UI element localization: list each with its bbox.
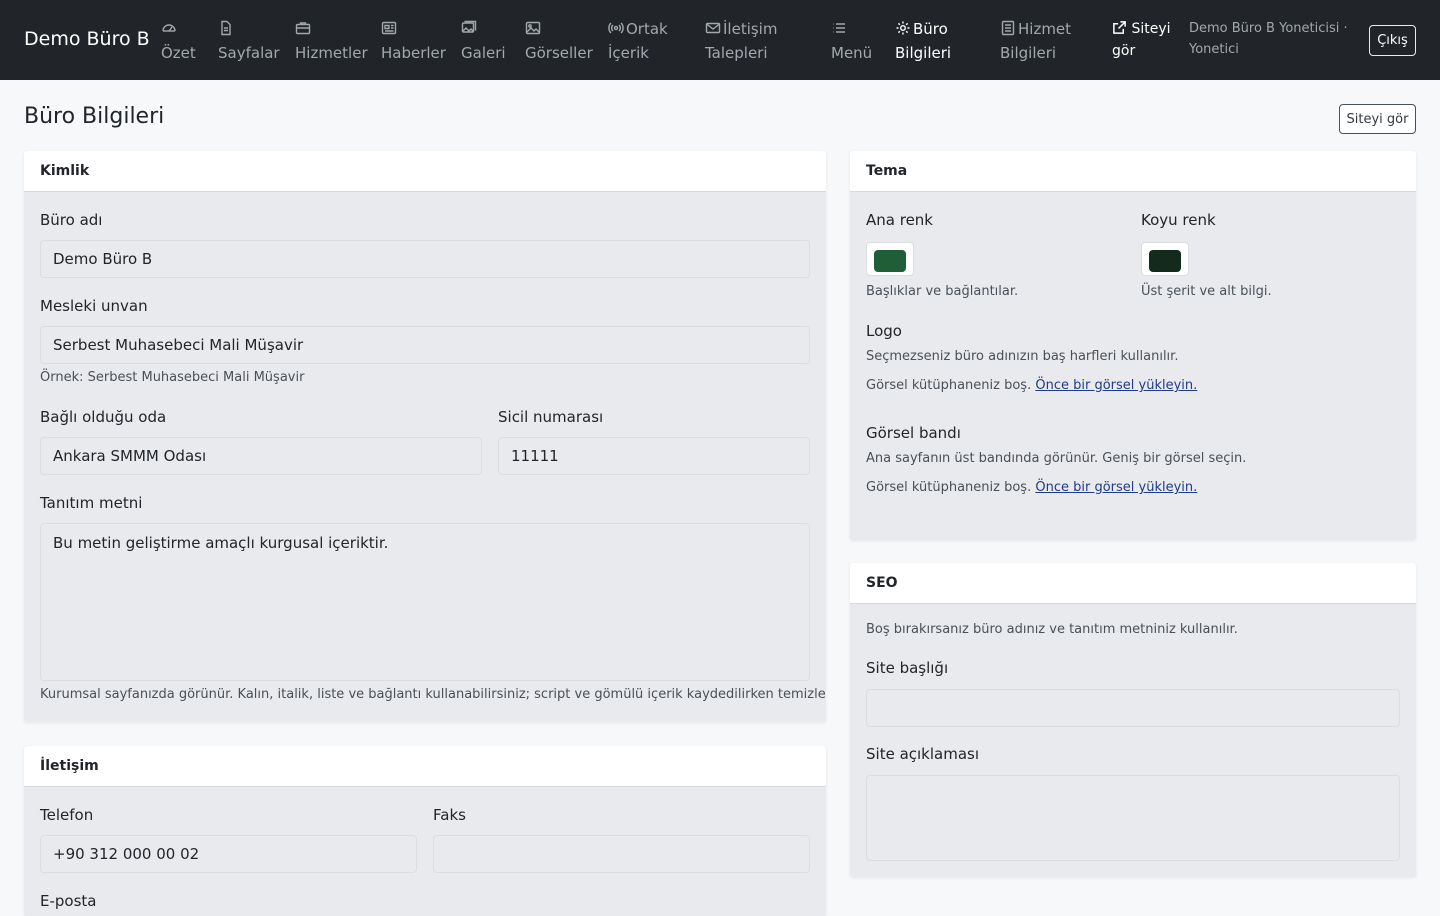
nav-item-label-1: İletişim: [723, 20, 778, 38]
primary-color-picker[interactable]: [866, 242, 914, 276]
seo-card-header: SEO: [850, 563, 1416, 604]
image-band-help: Ana sayfanın üst bandında görünür. Geniş…: [866, 451, 1247, 466]
logo-empty-text: Görsel kütüphaneniz boş.: [866, 378, 1032, 393]
external-link-icon: [1113, 21, 1126, 34]
dark-color-label: Koyu renk: [1141, 211, 1216, 229]
nav-view-site-label-2: gör: [1112, 43, 1136, 59]
seo-help: Boş bırakırsanız büro adınız ve tanıtım …: [866, 622, 1238, 637]
image-band-label: Görsel bandı: [866, 424, 961, 442]
identity-card: Kimlik Büro adı Demo Büro B Mesleki unva…: [24, 151, 826, 722]
document-icon: [1001, 20, 1015, 36]
intro-text-label: Tanıtım metni: [40, 494, 143, 512]
image-icon: [525, 21, 541, 35]
nav-item-ortak-icerik[interactable]: Ortak İçerik: [608, 17, 668, 65]
image-band-upload-link[interactable]: Önce bir görsel yükleyin.: [1035, 480, 1197, 495]
chamber-label: Bağlı olduğu oda: [40, 408, 167, 426]
nav-item-label: Galeri: [461, 44, 506, 62]
primary-color-label: Ana renk: [866, 211, 933, 229]
nav-view-site-link[interactable]: Siteyi gör: [1112, 18, 1171, 62]
nav-item-label-1: Büro: [913, 20, 948, 38]
site-title-input[interactable]: [866, 689, 1400, 727]
theme-card: Tema Ana renk Başlıklar ve bağlantılar. …: [850, 151, 1416, 540]
nav-item-iletisim-talepleri[interactable]: İletişim Talepleri: [705, 17, 777, 65]
fax-input[interactable]: [433, 835, 810, 873]
nav-item-label-2: Bilgileri: [895, 44, 952, 62]
nav-user-info: Demo Büro B Yoneticisi · Yonetici: [1189, 21, 1348, 57]
primary-color-help: Başlıklar ve bağlantılar.: [866, 284, 1019, 299]
seo-card: SEO Boş bırakırsanız büro adınız ve tanı…: [850, 563, 1416, 877]
phone-label: Telefon: [40, 806, 94, 824]
images-icon: [461, 20, 477, 33]
logout-button[interactable]: Çıkış: [1369, 25, 1416, 56]
nav-item-gorseller[interactable]: Görseller: [525, 17, 593, 65]
list-icon: [833, 23, 845, 33]
nav-item-label: Görseller: [525, 44, 593, 62]
professional-title-input[interactable]: Serbest Muhasebeci Mali Müşavir: [40, 326, 810, 364]
file-icon: [221, 20, 231, 36]
registry-number-input[interactable]: 11111: [498, 437, 810, 475]
nav-item-label-2: İçerik: [608, 44, 649, 62]
brand-name[interactable]: Demo Büro B: [24, 28, 150, 50]
logo-help: Seçmezseniz büro adınızın baş harfleri k…: [866, 349, 1179, 364]
envelope-icon: [705, 22, 721, 34]
registry-number-label: Sicil numarası: [498, 408, 604, 426]
nav-item-label: Haberler: [381, 44, 446, 62]
office-name-input[interactable]: Demo Büro B: [40, 240, 810, 278]
email-label: E-posta: [40, 892, 97, 910]
site-description-label: Site açıklaması: [866, 745, 980, 763]
nav-item-label-1: Ortak: [626, 20, 668, 38]
briefcase-icon: [295, 22, 311, 35]
identity-card-header: Kimlik: [24, 151, 826, 192]
logo-label: Logo: [866, 322, 902, 340]
nav-item-hizmetler[interactable]: Hizmetler: [295, 17, 368, 65]
nav-item-label: Sayfalar: [218, 44, 280, 62]
top-navbar: Demo Büro B Özet Sayfalar Hizmetler Habe…: [0, 0, 1440, 80]
page-title: Büro Bilgileri: [24, 104, 165, 129]
contact-card: İletişim Telefon +90 312 000 00 02 Faks …: [24, 746, 826, 916]
theme-card-header: Tema: [850, 151, 1416, 192]
site-description-textarea[interactable]: [866, 775, 1400, 861]
dark-color-help: Üst şerit ve alt bilgi.: [1141, 284, 1272, 299]
nav-item-label: Özet: [161, 44, 196, 62]
nav-item-label: Hizmetler: [295, 44, 368, 62]
site-title-label: Site başlığı: [866, 659, 949, 677]
nav-item-menu[interactable]: Menü: [831, 17, 872, 65]
office-name-label: Büro adı: [40, 211, 103, 229]
gear-icon: [896, 21, 910, 35]
nav-item-ozet[interactable]: Özet: [161, 17, 196, 65]
gauge-icon: [162, 24, 176, 32]
nav-item-buro-bilgileri[interactable]: Büro Bilgileri: [895, 17, 951, 65]
fax-label: Faks: [433, 806, 466, 824]
primary-color-swatch: [874, 250, 906, 272]
newspaper-icon: [381, 21, 397, 35]
nav-item-hizmet-bilgileri[interactable]: Hizmet Bilgileri: [1000, 17, 1071, 65]
phone-input[interactable]: +90 312 000 00 02: [40, 835, 417, 873]
image-band-empty-message: Görsel kütüphaneniz boş. Önce bir görsel…: [866, 480, 1197, 495]
nav-item-galeri[interactable]: Galeri: [461, 17, 506, 65]
nav-view-site-label-1: Siteyi: [1131, 21, 1171, 37]
nav-item-sayfalar[interactable]: Sayfalar: [218, 17, 280, 65]
dark-color-swatch: [1149, 250, 1181, 272]
nav-item-label-2: Bilgileri: [1000, 44, 1057, 62]
intro-text-textarea[interactable]: Bu metin geliştirme amaçlı kurgusal içer…: [40, 523, 810, 681]
nav-item-label: Menü: [831, 44, 873, 62]
nav-item-haberler[interactable]: Haberler: [381, 17, 446, 65]
nav-item-label-2: Talepleri: [705, 44, 768, 62]
intro-text-help: Kurumsal sayfanızda görünür. Kalın, ital…: [40, 687, 826, 702]
logo-empty-message: Görsel kütüphaneniz boş. Önce bir görsel…: [866, 378, 1197, 393]
logo-upload-link[interactable]: Önce bir görsel yükleyin.: [1035, 378, 1197, 393]
dark-color-picker[interactable]: [1141, 242, 1189, 276]
contact-card-header: İletişim: [24, 746, 826, 787]
view-site-button[interactable]: Siteyi gör: [1339, 104, 1416, 134]
image-band-empty-text: Görsel kütüphaneniz boş.: [866, 480, 1032, 495]
professional-title-help: Örnek: Serbest Muhasebeci Mali Müşavir: [40, 370, 305, 385]
chamber-input[interactable]: Ankara SMMM Odası: [40, 437, 482, 475]
broadcast-icon: [608, 22, 624, 34]
nav-item-label-1: Hizmet: [1018, 20, 1072, 38]
professional-title-label: Mesleki unvan: [40, 297, 148, 315]
